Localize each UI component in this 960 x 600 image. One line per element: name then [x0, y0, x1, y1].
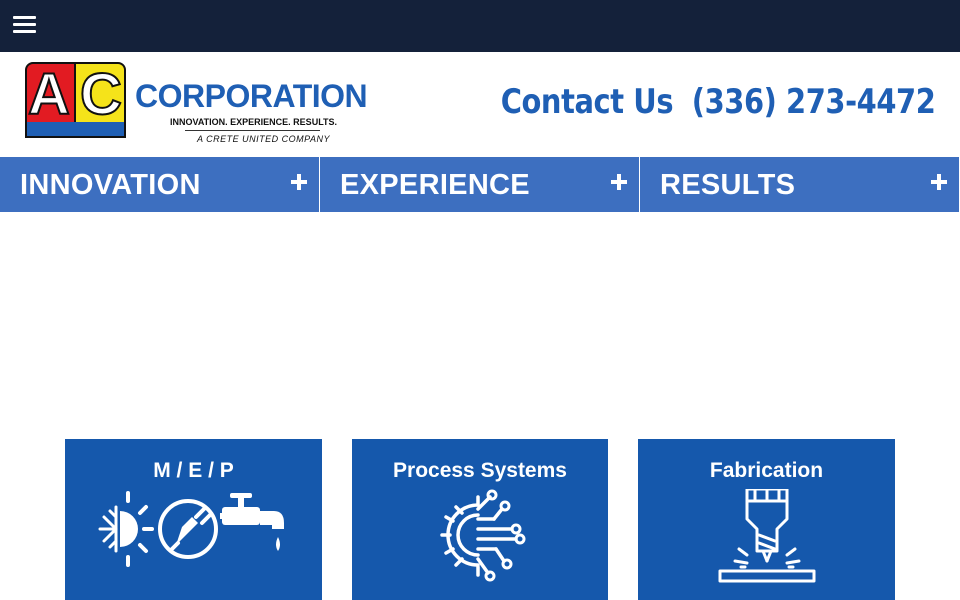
main-nav: INNOVATION EXPERIENCE RESULTS	[0, 157, 960, 212]
logo-letter-a: A	[27, 62, 71, 127]
contact-us-link[interactable]: Contact Us	[500, 82, 673, 122]
plus-icon[interactable]	[291, 174, 307, 190]
logo-company-name: CORPORATION	[135, 78, 368, 114]
nav-label-results: RESULTS	[660, 169, 796, 201]
nav-item-innovation[interactable]: INNOVATION	[0, 157, 320, 212]
nav-item-experience[interactable]: EXPERIENCE	[320, 157, 640, 212]
phone-number-link[interactable]: (336) 273-4472	[691, 82, 935, 122]
gear-circuit-icon	[440, 489, 526, 582]
site-header: A C CORPORATION INNOVATION. EXPERIENCE. …	[0, 52, 960, 157]
service-cards: M / E / P Process Systems Fabrication	[0, 439, 960, 600]
mep-icons	[98, 491, 284, 567]
drill-press-icon	[718, 489, 815, 583]
card-title-fabrication: Fabrication	[709, 459, 824, 482]
logo-divider	[185, 130, 320, 131]
logo-tagline: INNOVATION. EXPERIENCE. RESULTS.	[170, 117, 338, 127]
card-process-systems[interactable]: Process Systems	[352, 439, 608, 600]
contact-info: Contact Us (336) 273-4472	[500, 82, 935, 122]
hamburger-menu-icon[interactable]	[13, 16, 36, 34]
plus-icon[interactable]	[931, 174, 947, 190]
card-mep[interactable]: M / E / P	[65, 439, 322, 600]
nav-item-results[interactable]: RESULTS	[640, 157, 960, 212]
nav-label-experience: EXPERIENCE	[340, 169, 530, 201]
nav-label-innovation: INNOVATION	[20, 169, 201, 201]
logo-letter-c: C	[79, 62, 123, 127]
plus-icon[interactable]	[611, 174, 627, 190]
top-bar	[0, 0, 960, 52]
company-logo[interactable]: A C CORPORATION INNOVATION. EXPERIENCE. …	[25, 62, 377, 146]
card-title-process-systems: Process Systems	[393, 459, 567, 482]
card-fabrication[interactable]: Fabrication	[638, 439, 895, 600]
card-title-mep: M / E / P	[153, 459, 234, 482]
logo-subline: A CRETE UNITED COMPANY	[197, 134, 331, 144]
